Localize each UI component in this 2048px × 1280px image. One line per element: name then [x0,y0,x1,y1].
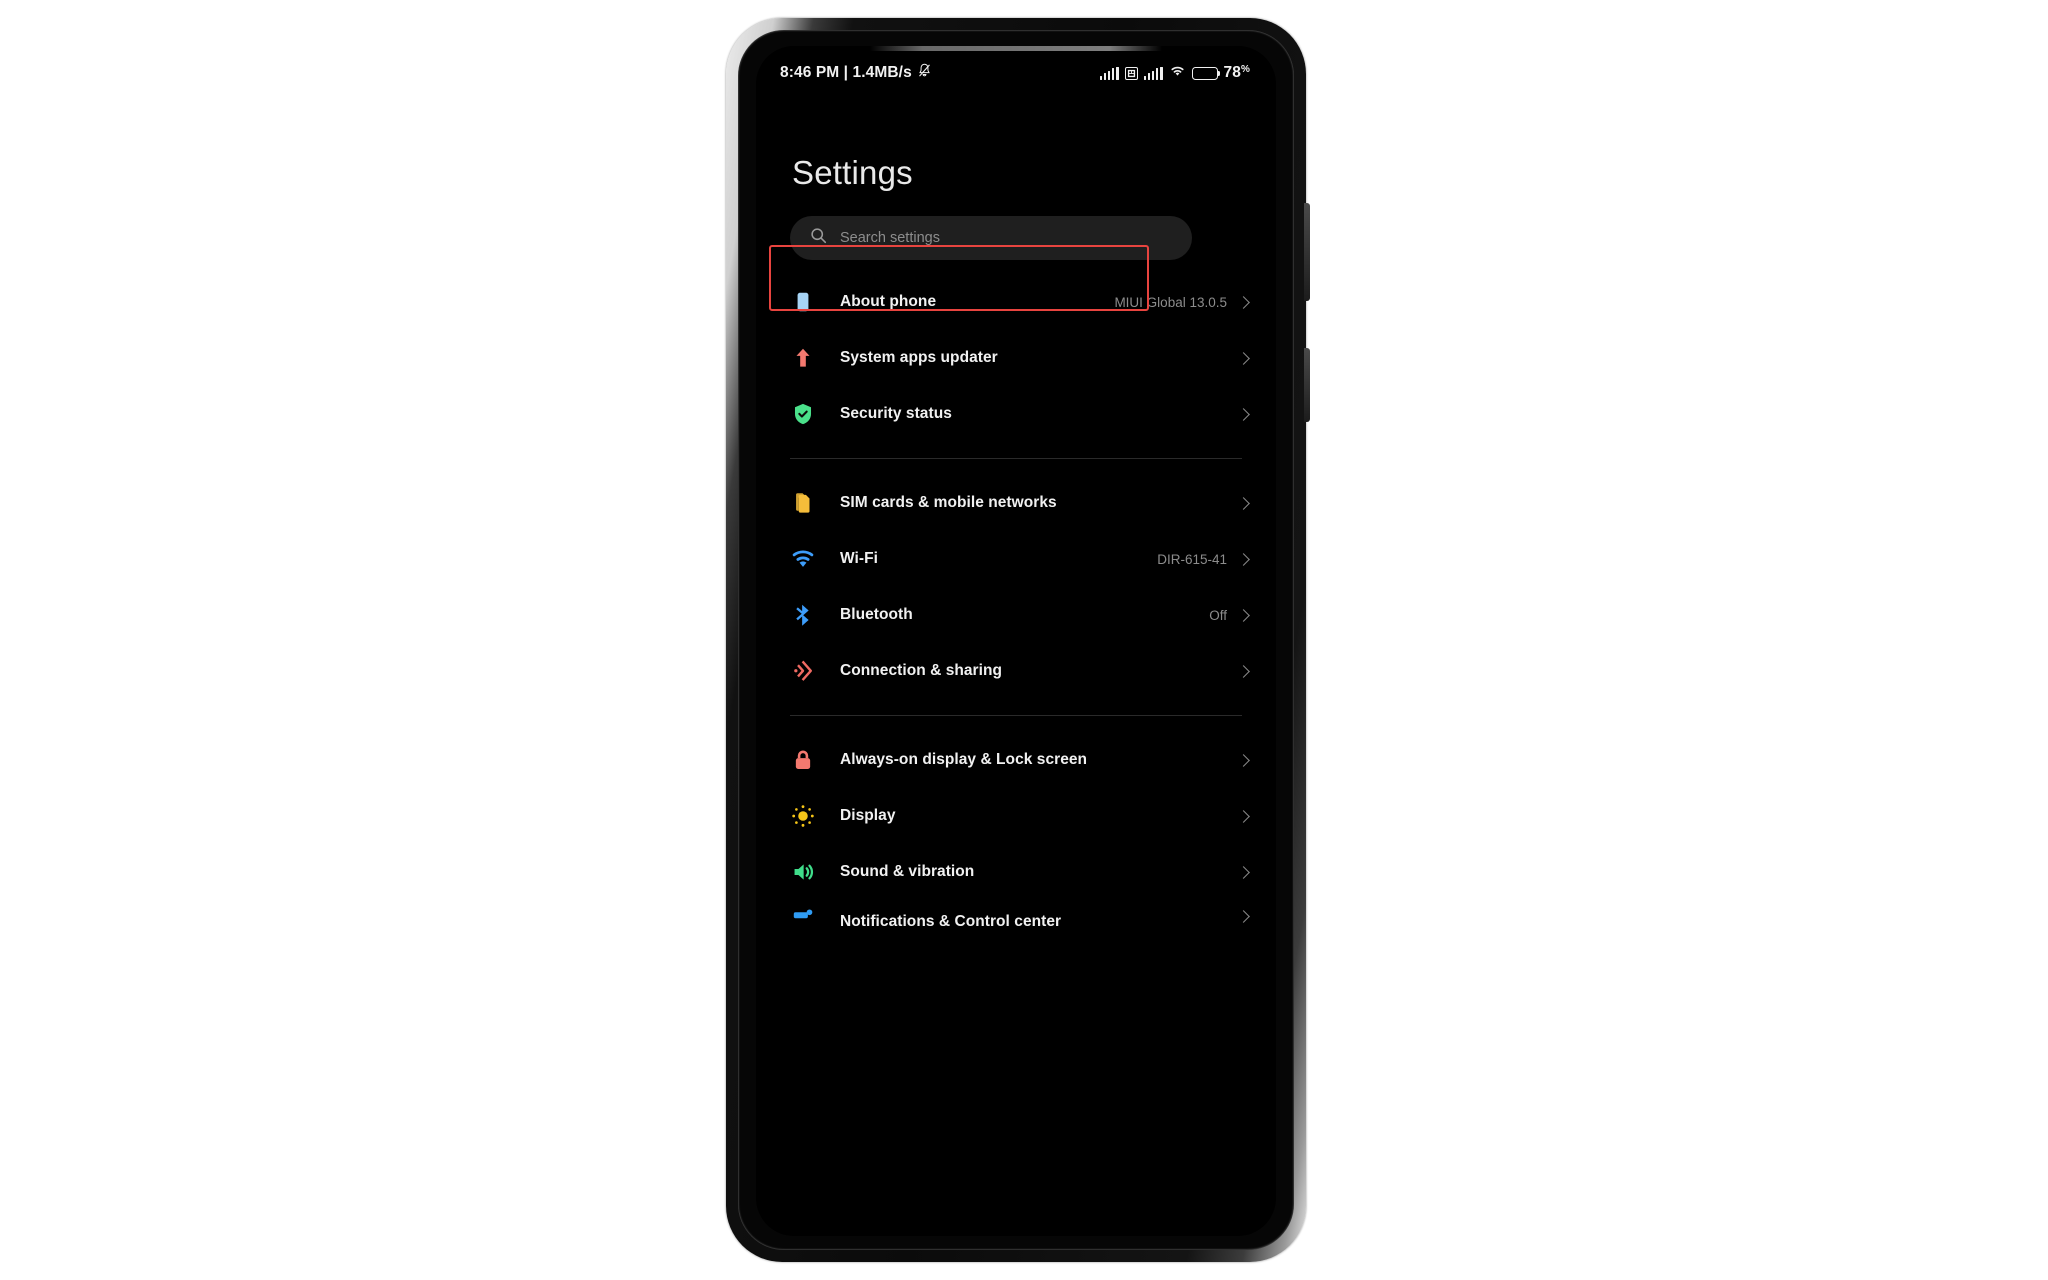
speaker-icon [788,857,818,887]
personalization-group: Always-on display & Lock screen Display So… [756,732,1276,930]
bluetooth-icon [788,600,818,630]
wifi-icon [1169,64,1186,82]
settings-row-label: SIM cards & mobile networks [840,494,1057,511]
settings-row-label: Notifications & Control center [840,913,1062,930]
signal-bars-icon-secondary [1143,66,1163,80]
chevron-right-icon [1237,910,1250,923]
group-divider [790,715,1242,716]
settings-row-value: Off [1209,607,1227,623]
shield-check-icon [788,399,818,429]
wifi-icon [788,544,818,574]
power-button[interactable] [1304,348,1310,422]
chevron-right-icon [1237,809,1250,823]
battery-icon [1191,66,1221,80]
phone-bezel: 8:46 PM | 1.4MB/s 78% Settings Search se… [738,30,1294,1250]
settings-row-label: System apps updater [840,349,998,366]
sim-indicator-icon [1124,66,1138,80]
signal-bars-icon [1099,66,1119,80]
phone-icon [788,287,818,317]
chevron-right-icon [1237,407,1250,421]
settings-row-security-status[interactable]: Security status [756,386,1276,442]
connection-sharing-icon [788,656,818,686]
sun-icon [788,801,818,831]
status-bar: 8:46 PM | 1.4MB/s 78% [756,46,1276,100]
chevron-right-icon [1237,351,1250,365]
notification-icon [788,900,818,930]
status-bar-left: 8:46 PM | 1.4MB/s [780,63,932,83]
chevron-right-icon [1237,295,1250,309]
settings-row-bluetooth[interactable]: Bluetooth Off [756,587,1276,643]
group-divider [790,458,1242,459]
battery-percentage: 78% [1223,64,1250,81]
settings-row-label: Connection & sharing [840,662,1003,679]
percent-sign: % [1241,64,1250,75]
settings-row-sound-vibration[interactable]: Sound & vibration [756,844,1276,900]
settings-row-wifi[interactable]: Wi-Fi DIR-615-41 [756,531,1276,587]
search-icon [810,227,827,249]
bell-mute-icon [917,63,932,83]
chevron-right-icon [1237,496,1250,510]
status-bar-right: 78% [1099,64,1250,82]
settings-row-label: Always-on display & Lock screen [840,751,1088,768]
settings-row-system-apps-updater[interactable]: System apps updater [756,330,1276,386]
page-title: Settings [792,154,913,191]
screenshot-canvas: 8:46 PM | 1.4MB/s 78% Settings Search se… [0,0,2048,1280]
settings-row-label: Sound & vibration [840,863,975,880]
chevron-right-icon [1237,608,1250,622]
connectivity-group: SIM cards & mobile networks Wi-Fi DIR-615-… [756,475,1276,699]
chevron-right-icon [1237,552,1250,566]
chevron-right-icon [1237,865,1250,879]
chevron-right-icon [1237,753,1250,767]
settings-row-label: Display [840,807,896,824]
settings-row-sim-cards-mobile-networks[interactable]: SIM cards & mobile networks [756,475,1276,531]
settings-row-connection-sharing[interactable]: Connection & sharing [756,643,1276,699]
phone-screen: 8:46 PM | 1.4MB/s 78% Settings Search se… [756,46,1276,1236]
status-time-and-network-speed: 8:46 PM | 1.4MB/s [780,64,912,81]
settings-row-label: Bluetooth [840,606,913,623]
search-placeholder: Search settings [840,230,940,246]
volume-button[interactable] [1304,203,1310,301]
settings-row-display[interactable]: Display [756,788,1276,844]
device-status-group: About phone MIUI Global 13.0.5 System apps… [756,274,1276,442]
settings-list[interactable]: About phone MIUI Global 13.0.5 System apps… [756,274,1276,1236]
settings-row-label: Security status [840,405,952,422]
sim-card-icon [788,488,818,518]
settings-row-label: About phone [840,293,937,310]
settings-row-notifications-control-center[interactable]: Notifications & Control center [756,900,1276,930]
settings-row-label: Wi-Fi [840,550,878,567]
up-arrow-icon [788,343,818,373]
settings-row-about-phone[interactable]: About phone MIUI Global 13.0.5 [756,274,1276,330]
chevron-right-icon [1237,664,1250,678]
lock-icon [788,745,818,775]
search-input[interactable]: Search settings [790,216,1192,260]
phone-device-frame: 8:46 PM | 1.4MB/s 78% Settings Search se… [726,18,1310,1262]
settings-row-value: DIR-615-41 [1157,551,1227,567]
settings-row-always-on-display-lock-screen[interactable]: Always-on display & Lock screen [756,732,1276,788]
settings-row-value: MIUI Global 13.0.5 [1114,294,1227,310]
